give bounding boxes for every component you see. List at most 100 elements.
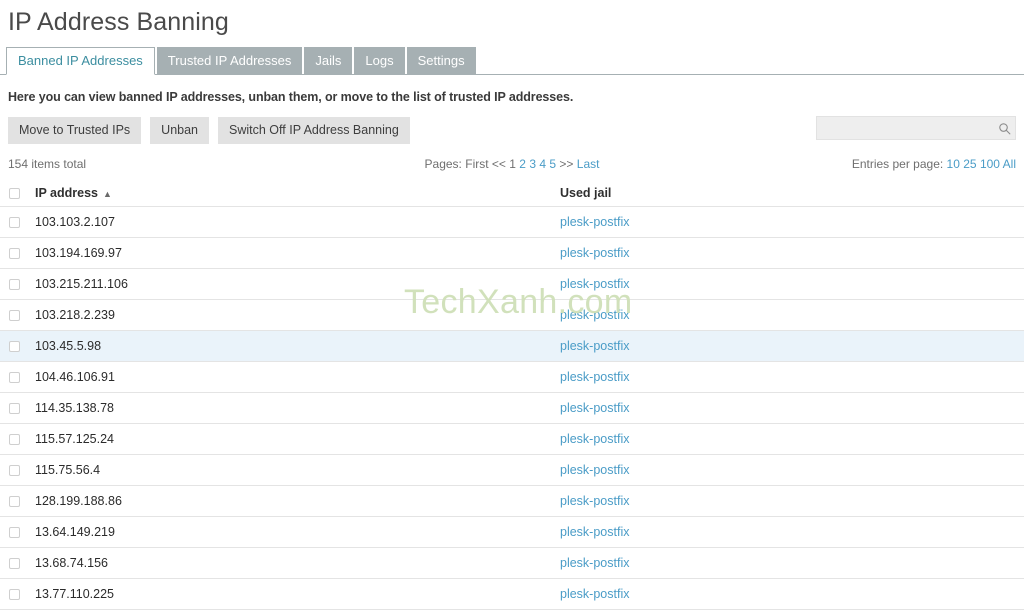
cell-used-jail: plesk-postfix — [560, 268, 1024, 300]
table-row[interactable]: 103.194.169.97 plesk-postfix — [0, 237, 1024, 269]
row-checkbox[interactable] — [9, 465, 20, 477]
row-checkbox[interactable] — [9, 217, 20, 229]
table-row[interactable]: 115.57.125.24 plesk-postfix — [0, 423, 1024, 455]
pagination-last[interactable]: Last — [577, 157, 600, 171]
pagination-next[interactable]: >> — [559, 157, 573, 171]
select-all-checkbox[interactable] — [9, 188, 20, 200]
row-checkbox[interactable] — [9, 310, 20, 322]
banned-ip-table: IP address ▲ Used jail 103.103.2.107 plesk… — [0, 180, 1024, 610]
row-checkbox[interactable] — [9, 403, 20, 415]
row-checkbox[interactable] — [9, 279, 20, 291]
row-select-cell — [0, 268, 30, 300]
table-row[interactable]: 103.218.2.239 plesk-postfix — [0, 299, 1024, 331]
cell-used-jail: plesk-postfix — [560, 392, 1024, 424]
column-header-used-jail: Used jail — [560, 180, 1024, 207]
used-jail-link[interactable]: plesk-postfix — [560, 370, 629, 384]
tab-jails[interactable]: Jails — [304, 47, 353, 75]
tab-settings[interactable]: Settings — [406, 47, 476, 75]
cell-ip-address: 103.103.2.107 — [30, 206, 560, 238]
pagination-page-2[interactable]: 2 — [519, 157, 526, 171]
table-row[interactable]: 104.46.106.91 plesk-postfix — [0, 361, 1024, 393]
used-jail-link[interactable]: plesk-postfix — [560, 525, 629, 539]
search-icon[interactable] — [993, 122, 1015, 135]
entries-per-page-option-100[interactable]: 100 — [980, 157, 1000, 171]
cell-ip-address: 103.218.2.239 — [30, 299, 560, 331]
entries-per-page-option-all[interactable]: All — [1003, 157, 1016, 171]
used-jail-link[interactable]: plesk-postfix — [560, 401, 629, 415]
row-select-cell — [0, 361, 30, 393]
cell-used-jail: plesk-postfix — [560, 361, 1024, 393]
table-row[interactable]: 114.35.138.78 plesk-postfix — [0, 392, 1024, 424]
move-to-trusted-ips-button[interactable]: Move to Trusted IPs — [8, 117, 142, 144]
cell-ip-address: 128.199.188.86 — [30, 485, 560, 517]
table-row[interactable]: 115.75.56.4 plesk-postfix — [0, 454, 1024, 486]
table-row[interactable]: 103.103.2.107 plesk-postfix — [0, 206, 1024, 238]
row-checkbox[interactable] — [9, 248, 20, 260]
used-jail-link[interactable]: plesk-postfix — [560, 246, 629, 260]
cell-ip-address: 103.194.169.97 — [30, 237, 560, 269]
entries-per-page-option-10[interactable]: 10 — [947, 157, 960, 171]
search-box[interactable] — [816, 116, 1016, 140]
row-checkbox[interactable] — [9, 372, 20, 384]
row-checkbox[interactable] — [9, 496, 20, 508]
used-jail-link[interactable]: plesk-postfix — [560, 587, 629, 601]
row-select-cell — [0, 299, 30, 331]
cell-ip-address: 104.46.106.91 — [30, 361, 560, 393]
row-checkbox[interactable] — [9, 589, 20, 601]
entries-per-page-option-25[interactable]: 25 — [963, 157, 976, 171]
table-row[interactable]: 103.215.211.106 plesk-postfix — [0, 268, 1024, 300]
row-select-cell — [0, 206, 30, 238]
pagination-label: Pages: — [424, 156, 462, 171]
table-row[interactable]: 103.45.5.98 plesk-postfix — [0, 330, 1024, 362]
entries-per-page: Entries per page: 10 25 100 All — [852, 157, 1016, 171]
row-checkbox[interactable] — [9, 527, 20, 539]
row-select-cell — [0, 516, 30, 548]
cell-used-jail: plesk-postfix — [560, 237, 1024, 269]
search-input[interactable] — [817, 116, 993, 140]
row-checkbox[interactable] — [9, 434, 20, 446]
tab-banned-ip-addresses[interactable]: Banned IP Addresses — [6, 47, 155, 75]
page-title: IP Address Banning — [8, 8, 229, 36]
row-checkbox[interactable] — [9, 558, 20, 570]
cell-used-jail: plesk-postfix — [560, 330, 1024, 362]
tab-logs[interactable]: Logs — [354, 47, 405, 75]
switch-off-ip-banning-button[interactable]: Switch Off IP Address Banning — [218, 117, 410, 144]
table-header-row: IP address ▲ Used jail — [0, 180, 1024, 207]
used-jail-link[interactable]: plesk-postfix — [560, 432, 629, 446]
used-jail-link[interactable]: plesk-postfix — [560, 494, 629, 508]
used-jail-link[interactable]: plesk-postfix — [560, 339, 629, 353]
table-row[interactable]: 13.64.149.219 plesk-postfix — [0, 516, 1024, 548]
used-jail-link[interactable]: plesk-postfix — [560, 277, 629, 291]
sort-ascending-icon: ▲ — [103, 188, 112, 199]
row-checkbox[interactable] — [9, 341, 20, 353]
pagination-page-5[interactable]: 5 — [549, 157, 556, 171]
table-row[interactable]: 128.199.188.86 plesk-postfix — [0, 485, 1024, 517]
pagination-page-3[interactable]: 3 — [529, 157, 536, 171]
tab-list: Banned IP Addresses Trusted IP Addresses J… — [6, 46, 1024, 75]
row-select-cell — [0, 578, 30, 610]
page-description: Here you can view banned IP addresses, u… — [8, 90, 574, 104]
pagination-page-current: 1 — [509, 156, 516, 171]
cell-ip-address: 13.68.74.156 — [30, 547, 560, 579]
row-select-cell — [0, 330, 30, 362]
cell-used-jail: plesk-postfix — [560, 485, 1024, 517]
table-row[interactable]: 13.68.74.156 plesk-postfix — [0, 547, 1024, 579]
table-row[interactable]: 13.77.110.225 plesk-postfix — [0, 578, 1024, 610]
used-jail-link[interactable]: plesk-postfix — [560, 463, 629, 477]
tab-trusted-ip-addresses[interactable]: Trusted IP Addresses — [156, 47, 303, 75]
row-select-cell — [0, 547, 30, 579]
row-select-cell — [0, 392, 30, 424]
column-header-ip-address-label: IP address — [35, 186, 99, 200]
cell-used-jail: plesk-postfix — [560, 516, 1024, 548]
cell-used-jail: plesk-postfix — [560, 206, 1024, 238]
used-jail-link[interactable]: plesk-postfix — [560, 215, 629, 229]
column-header-ip-address[interactable]: IP address ▲ — [30, 180, 560, 207]
cell-ip-address: 103.45.5.98 — [30, 330, 560, 362]
used-jail-link[interactable]: plesk-postfix — [560, 308, 629, 322]
used-jail-link[interactable]: plesk-postfix — [560, 556, 629, 570]
pagination-page-4[interactable]: 4 — [539, 157, 546, 171]
list-meta-row: 154 items total Pages: First << 1 2 3 4 … — [0, 144, 1024, 172]
action-toolbar: Move to Trusted IPs Unban Switch Off IP … — [0, 104, 1024, 144]
tab-bar: Banned IP Addresses Trusted IP Addresses J… — [0, 46, 1024, 75]
unban-button[interactable]: Unban — [150, 117, 210, 144]
